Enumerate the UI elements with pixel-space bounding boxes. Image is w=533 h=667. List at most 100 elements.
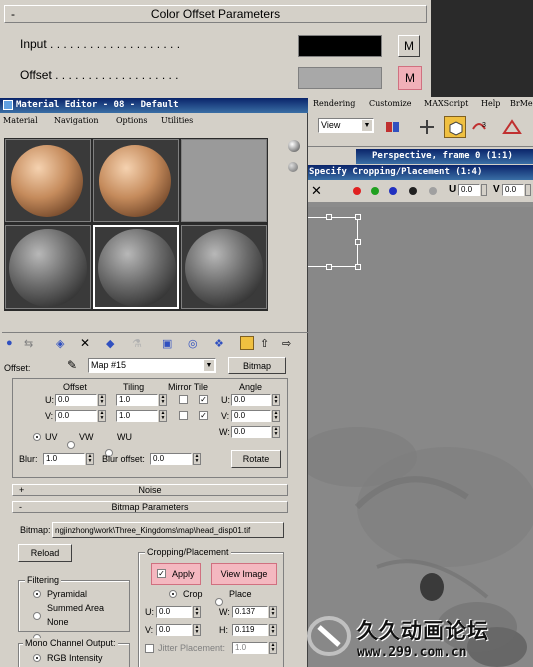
- crop-w-value-field[interactable]: 0.137: [232, 606, 268, 618]
- rotate-box-icon[interactable]: [444, 116, 466, 138]
- copy-material-icon[interactable]: ◆: [106, 337, 114, 350]
- jitter-value-spinner[interactable]: ▲ ▼: [269, 642, 277, 654]
- u-tiling-spinner[interactable]: ▲ ▼: [159, 394, 167, 406]
- sample-slot-1[interactable]: [5, 139, 91, 222]
- bitmap-path-button[interactable]: ngjinzhong\work\Three_Kingdoms\map\head_…: [52, 522, 284, 538]
- rgb-intensity-radio[interactable]: [33, 654, 41, 662]
- red-channel-icon[interactable]: [353, 187, 361, 195]
- crop-handle-mr[interactable]: [355, 239, 361, 245]
- menu-help[interactable]: Help: [481, 99, 500, 108]
- show-map-icon[interactable]: ❖: [214, 337, 224, 350]
- sample-slot-3[interactable]: [181, 139, 267, 222]
- v-tiling-spinner[interactable]: ▲ ▼: [159, 410, 167, 422]
- material-id-icon[interactable]: ◎: [188, 337, 198, 350]
- color-offset-rollout-header[interactable]: - Color Offset Parameters: [4, 5, 427, 23]
- u-angle-field[interactable]: 0.0: [231, 394, 271, 406]
- crop-radio[interactable]: [169, 590, 177, 598]
- menu-rendering[interactable]: Rendering: [313, 99, 355, 108]
- crop-handle-tm[interactable]: [326, 214, 332, 220]
- crop-v-value-field[interactable]: 0.0: [156, 624, 192, 636]
- crop-h-value-field[interactable]: 0.119: [232, 624, 268, 636]
- w-angle-spinner[interactable]: ▲ ▼: [272, 426, 280, 438]
- blur-field[interactable]: 1.0: [43, 453, 85, 465]
- apply-checkbox[interactable]: ✓: [157, 569, 166, 578]
- v-tile-checkbox[interactable]: ✓: [199, 411, 208, 420]
- offset-map-button[interactable]: M: [398, 66, 422, 90]
- blue-channel-icon[interactable]: [389, 187, 397, 195]
- sample-slot-6[interactable]: [181, 225, 267, 309]
- v-tiling-field[interactable]: 1.0: [116, 410, 158, 422]
- vw-radio[interactable]: [67, 441, 75, 449]
- crop-u-value-field[interactable]: 0.0: [156, 606, 192, 618]
- menu-material[interactable]: Material: [3, 116, 38, 125]
- go-to-parent-icon[interactable]: ⇧: [260, 337, 269, 350]
- make-unique-icon[interactable]: ⚗: [132, 337, 142, 350]
- select-object-icon[interactable]: [384, 119, 402, 135]
- blur-offset-spinner[interactable]: ▲ ▼: [193, 453, 201, 465]
- sample-slot-5-active[interactable]: [93, 225, 179, 309]
- alpha-channel-icon[interactable]: [409, 187, 417, 195]
- menu-options[interactable]: Options: [116, 116, 148, 125]
- u-angle-spinner[interactable]: ▲ ▼: [272, 394, 280, 406]
- crop-u-spinner[interactable]: [481, 184, 487, 196]
- put-to-scene-icon[interactable]: ⇆: [24, 337, 33, 350]
- v-angle-spinner[interactable]: ▲ ▼: [272, 410, 280, 422]
- assign-material-icon[interactable]: ◈: [56, 337, 64, 350]
- bitmap-params-rollout-header[interactable]: - Bitmap Parameters: [12, 501, 288, 513]
- map-name-field[interactable]: Map #15 ▼: [88, 358, 216, 373]
- snap-icon[interactable]: [502, 119, 522, 135]
- u-tile-checkbox[interactable]: ✓: [199, 395, 208, 404]
- offset-color-swatch[interactable]: [298, 67, 382, 89]
- crop-handle-bm[interactable]: [326, 264, 332, 270]
- v-mirror-checkbox[interactable]: [179, 411, 188, 420]
- u-mirror-checkbox[interactable]: [179, 395, 188, 404]
- show-end-result-icon[interactable]: [240, 336, 254, 350]
- jitter-placement-checkbox[interactable]: [145, 644, 154, 653]
- close-icon[interactable]: ✕: [311, 183, 322, 199]
- input-color-swatch[interactable]: [298, 35, 382, 57]
- crop-handle-br[interactable]: [355, 264, 361, 270]
- u-offset-field[interactable]: 0.0: [55, 394, 97, 406]
- green-channel-icon[interactable]: [371, 187, 379, 195]
- apply-highlight[interactable]: ✓ Apply: [151, 563, 201, 585]
- get-material-icon[interactable]: ●: [6, 337, 13, 349]
- v-offset-field[interactable]: 0.0: [55, 410, 97, 422]
- crop-u-value-spinner[interactable]: ▲ ▼: [193, 606, 201, 618]
- summed-area-radio[interactable]: [33, 612, 41, 620]
- sample-slot-4[interactable]: [5, 225, 91, 309]
- crop-rectangle[interactable]: [301, 217, 358, 267]
- view-select[interactable]: View ▼: [318, 118, 374, 133]
- uv-radio[interactable]: [33, 433, 41, 441]
- pyramidal-radio[interactable]: [33, 590, 41, 598]
- crop-w-value-spinner[interactable]: ▲ ▼: [269, 606, 277, 618]
- crop-image-area[interactable]: [297, 207, 533, 667]
- noise-rollout-header[interactable]: + Noise: [12, 484, 288, 496]
- input-map-button[interactable]: M: [398, 35, 420, 57]
- place-radio[interactable]: [215, 598, 223, 606]
- crop-u-field[interactable]: 0.0: [458, 184, 480, 196]
- blur-offset-field[interactable]: 0.0: [150, 453, 192, 465]
- jitter-value-field[interactable]: 1.0: [232, 642, 268, 654]
- crop-v-spinner[interactable]: [525, 184, 531, 196]
- sample-slot-2[interactable]: [93, 139, 179, 222]
- menu-navigation[interactable]: Navigation: [54, 116, 98, 125]
- menu-customize[interactable]: Customize: [369, 99, 412, 108]
- reset-icon[interactable]: ✕: [80, 336, 90, 350]
- crop-v-field[interactable]: 0.0: [502, 184, 524, 196]
- menu-maxscript[interactable]: MAXScript: [424, 99, 468, 108]
- scale-icon[interactable]: 3: [470, 119, 488, 135]
- v-angle-field[interactable]: 0.0: [231, 410, 271, 422]
- crop-v-value-spinner[interactable]: ▲ ▼: [193, 624, 201, 636]
- u-offset-spinner[interactable]: ▲ ▼: [98, 394, 106, 406]
- view-image-button[interactable]: View Image: [211, 563, 277, 585]
- blur-spinner[interactable]: ▲ ▼: [86, 453, 94, 465]
- map-type-button[interactable]: Bitmap: [228, 357, 286, 374]
- crop-handle-tr[interactable]: [355, 214, 361, 220]
- v-offset-spinner[interactable]: ▲ ▼: [98, 410, 106, 422]
- select-move-icon[interactable]: [418, 119, 436, 135]
- w-angle-field[interactable]: 0.0: [231, 426, 271, 438]
- put-to-library-icon[interactable]: ▣: [162, 337, 172, 350]
- go-forward-icon[interactable]: ⇨: [282, 337, 291, 350]
- u-tiling-field[interactable]: 1.0: [116, 394, 158, 406]
- menu-brme[interactable]: BrMe: [510, 99, 533, 108]
